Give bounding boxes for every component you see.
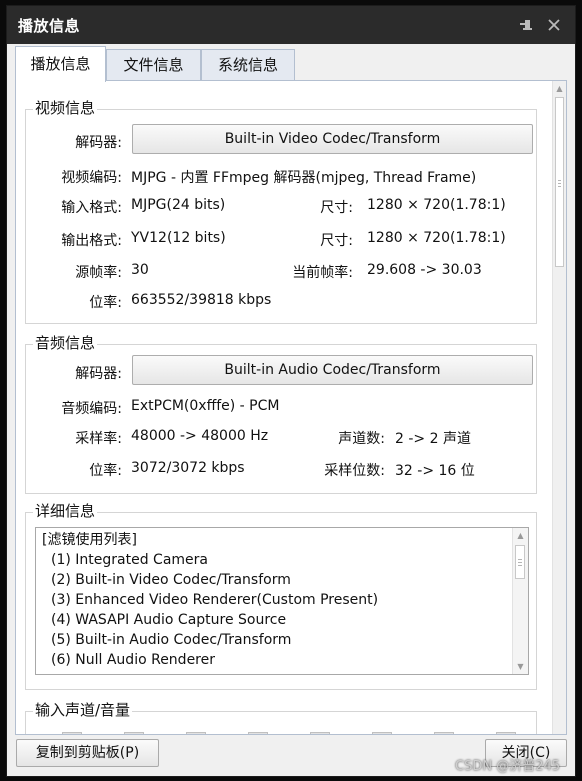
volume-channel-meter	[372, 732, 392, 734]
video-info-title: 视频信息	[33, 99, 98, 117]
audio-bitrate-label: 位率:	[89, 463, 122, 479]
playback-info-dialog: 播放信息 播放信息 文件信息 系统信息 视频信息 解码器: Built-in V…	[6, 5, 576, 777]
volume-channel-meter	[186, 732, 206, 734]
audio-decoder-button[interactable]: Built-in Audio Codec/Transform	[132, 355, 533, 385]
audio-bitrate-value: 3072/3072 kbps	[131, 460, 245, 476]
copy-to-clipboard-button[interactable]: 复制到剪贴板(P)	[16, 739, 159, 767]
volume-channel-meter	[434, 732, 454, 734]
pin-icon[interactable]	[515, 13, 541, 37]
channels-value: 2 -> 2 声道	[395, 431, 471, 447]
video-decoder-label: 解码器:	[75, 135, 122, 151]
video-bitrate-label: 位率:	[89, 295, 122, 311]
content-scrollbar[interactable]: ▲	[552, 81, 566, 734]
tab-system-info[interactable]: 系统信息	[201, 49, 295, 80]
current-fps-label: 当前帧率:	[292, 265, 353, 281]
video-bitrate-value: 663552/39818 kbps	[131, 292, 272, 308]
watermark: CSDN @济普245	[455, 759, 561, 774]
source-fps-value: 30	[131, 262, 149, 278]
video-encoding-label: 视频编码:	[61, 170, 122, 186]
tab-playback-info[interactable]: 播放信息	[15, 46, 106, 82]
sample-rate-value: 48000 -> 48000 Hz	[131, 428, 269, 444]
input-format-value: MJPG(24 bits)	[131, 197, 226, 213]
audio-info-group: 音频信息 解码器: Built-in Audio Codec/Transform…	[25, 334, 537, 494]
bit-depth-label: 采样位数:	[324, 463, 385, 479]
filter-list-scrollbar[interactable]: ▲ ▼	[512, 528, 528, 674]
scroll-up-icon[interactable]: ▲	[513, 528, 528, 543]
title-bar: 播放信息	[7, 6, 575, 44]
window-title: 播放信息	[18, 17, 81, 35]
volume-group: 输入声道/音量	[25, 701, 537, 734]
content-scrollbar-thumb[interactable]	[555, 97, 564, 267]
details-title: 详细信息	[33, 502, 98, 520]
filter-list-item: (1) Integrated Camera	[51, 552, 208, 568]
video-decoder-button[interactable]: Built-in Video Codec/Transform	[132, 124, 533, 154]
filter-list-item: (3) Enhanced Video Renderer(Custom Prese…	[51, 592, 379, 608]
input-size-label: 尺寸:	[320, 200, 353, 216]
volume-channel-meter	[310, 732, 330, 734]
channels-label: 声道数:	[338, 431, 385, 447]
volume-channel-meter	[124, 732, 144, 734]
volume-channel-meter	[62, 732, 82, 734]
source-fps-label: 源帧率:	[75, 265, 122, 281]
output-size-label: 尺寸:	[320, 233, 353, 249]
current-fps-value: 29.608 -> 30.03	[367, 262, 482, 278]
content-scroll-area: 视频信息 解码器: Built-in Video Codec/Transform…	[16, 81, 566, 734]
filter-list-box[interactable]: [滤镜使用列表] (1) Integrated Camera (2) Built…	[35, 527, 529, 675]
audio-encoding-value: ExtPCM(0xfffe) - PCM	[131, 398, 280, 414]
input-size-value: 1280 × 720(1.78:1)	[367, 197, 506, 213]
audio-encoding-label: 音频编码:	[61, 401, 122, 417]
volume-channel-meter	[248, 732, 268, 734]
filter-list-item: (5) Built-in Audio Codec/Transform	[51, 632, 292, 648]
volume-channel-meter	[496, 732, 516, 734]
audio-info-title: 音频信息	[33, 334, 98, 352]
filter-list-item: (2) Built-in Video Codec/Transform	[51, 572, 291, 588]
tab-file-info[interactable]: 文件信息	[106, 49, 201, 80]
bit-depth-value: 32 -> 16 位	[395, 463, 475, 479]
tab-content: 视频信息 解码器: Built-in Video Codec/Transform…	[15, 80, 567, 735]
filter-list-header: [滤镜使用列表]	[42, 532, 137, 548]
scroll-down-icon[interactable]: ▼	[513, 659, 528, 674]
output-format-value: YV12(12 bits)	[131, 230, 226, 246]
filter-list: [滤镜使用列表] (1) Integrated Camera (2) Built…	[42, 530, 510, 670]
filter-list-item: (6) Null Audio Renderer	[51, 652, 216, 668]
video-encoding-value: MJPG - 内置 FFmpeg 解码器(mjpeg, Thread Frame…	[131, 170, 477, 186]
video-info-group: 视频信息 解码器: Built-in Video Codec/Transform…	[25, 99, 537, 324]
content-scroll-up-icon[interactable]: ▲	[553, 81, 566, 96]
filter-list-item: (4) WASAPI Audio Capture Source	[51, 612, 287, 628]
output-format-label: 输出格式:	[61, 233, 122, 249]
output-size-value: 1280 × 720(1.78:1)	[367, 230, 506, 246]
scrollbar-thumb[interactable]	[515, 545, 525, 579]
details-group: 详细信息 [滤镜使用列表] (1) Integrated Camera (2) …	[25, 502, 537, 690]
input-format-label: 输入格式:	[61, 200, 122, 216]
volume-title: 输入声道/音量	[33, 701, 133, 719]
close-icon[interactable]	[541, 13, 567, 37]
audio-decoder-label: 解码器:	[75, 366, 122, 382]
sample-rate-label: 采样率:	[75, 431, 122, 447]
